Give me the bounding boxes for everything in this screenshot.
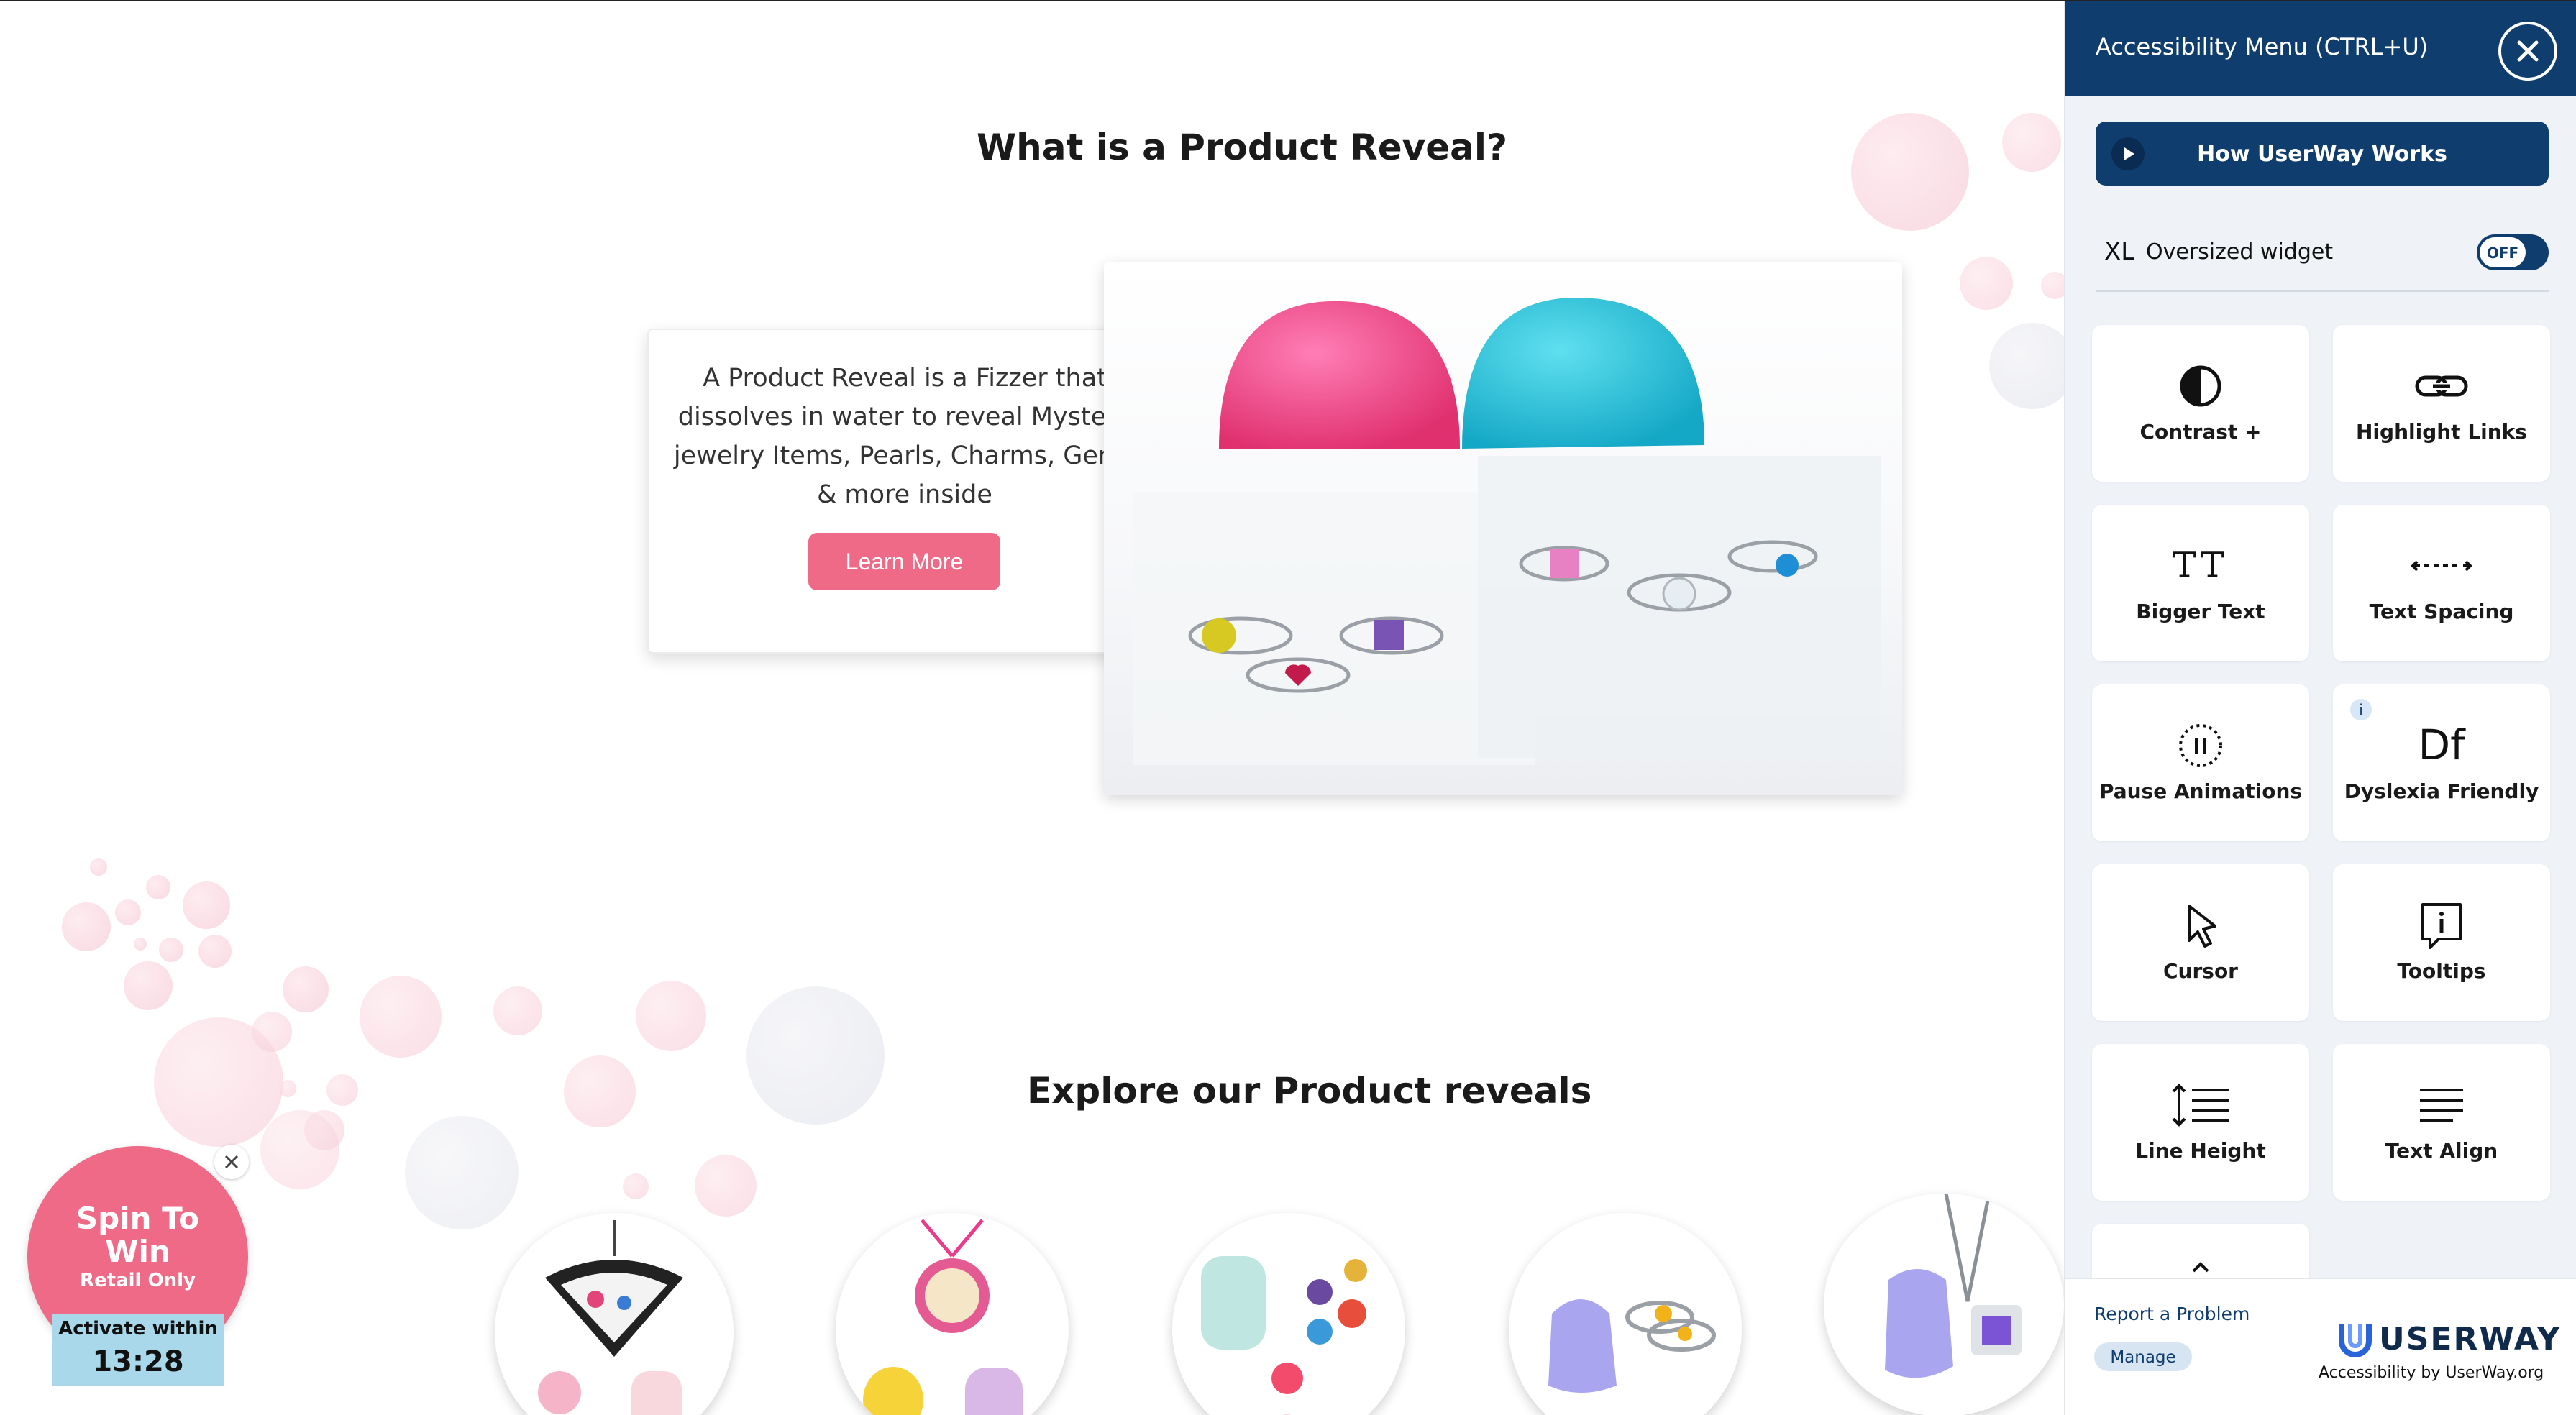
tile-pause-animations[interactable]: Pause Animations [2092,684,2309,841]
oversized-widget-row[interactable]: XL Oversized widget OFF [2096,224,2549,292]
spin-title-line1: Spin To [76,1201,200,1236]
info-card: A Product Reveal is a Fizzer that dissol… [647,329,1159,654]
tile-label: Text Spacing [2369,600,2514,623]
tile-line-height[interactable]: Line Height [2092,1044,2309,1201]
spin-timer-box: Activate within 13:28 [52,1314,224,1386]
tile-label: Pause Animations [2098,779,2303,803]
toggle-state: OFF [2486,244,2519,262]
product-thumb-charms[interactable] [1172,1213,1405,1415]
xl-badge: XL [2104,237,2135,266]
contrast-icon [2180,365,2221,407]
activate-label: Activate within [58,1318,218,1340]
userway-brand-sub: Accessibility by UserWay.org [2319,1364,2544,1382]
pause-icon [2179,724,2222,767]
accessibility-footer: Report a Problem Manage USERWAY Accessib… [2065,1278,2576,1415]
pokemon-locket-illustration [863,1219,1023,1415]
charms-illustration [1201,1256,1367,1415]
close-icon [2517,40,2539,62]
manage-label: Manage [2110,1348,2176,1367]
tile-label: Bigger Text [2136,600,2265,623]
link-icon [2415,375,2468,397]
tile-label: Line Height [2135,1139,2266,1163]
info-text: A Product Reveal is a Fizzer that dissol… [673,364,1136,509]
necklace-illustration [1885,1194,2022,1378]
userway-brand: USERWAY [2379,1321,2562,1357]
page: What is a Product Reveal? A Product Reve… [0,0,2576,1415]
accessibility-title: Accessibility Menu (CTRL+U) [2096,33,2429,60]
accessibility-panel: Accessibility Menu (CTRL+U) How UserWay … [2064,1,2576,1415]
how-userway-works-button[interactable]: How UserWay Works [2096,122,2549,186]
oversized-widget-label: Oversized widget [2146,239,2334,265]
tile-cursor[interactable]: Cursor [2092,864,2309,1021]
divider [2096,290,2549,292]
text-size-icon: TT [2173,545,2229,585]
product-thumb-rings[interactable] [1509,1213,1742,1415]
locket-illustration [538,1220,683,1415]
cursor-icon [2188,905,2216,948]
tile-tooltips[interactable]: Tooltips [2333,864,2550,1021]
tile-bigger-text[interactable]: TT Bigger Text [2092,505,2309,661]
tile-label: Cursor [2162,959,2238,983]
tile-label: Highlight Links [2356,420,2527,444]
product-thumb-necklace[interactable] [1824,1194,2064,1415]
report-problem-link[interactable]: Report a Problem [2094,1304,2250,1324]
countdown-timer: 13:28 [92,1345,184,1378]
userway-logo-icon [2339,1324,2372,1357]
spin-title-line2: Win [105,1234,170,1269]
tile-text-spacing[interactable]: Text Spacing [2333,505,2550,661]
page-title: What is a Product Reveal? [977,127,1508,168]
chevron-up-icon [2192,1262,2209,1273]
product-photo [1104,262,1902,795]
explore-heading: Explore our Product reveals [1027,1070,1592,1112]
product-photo-illustration [1133,297,1881,765]
tile-label: Text Align [2385,1139,2498,1163]
tile-text-align[interactable]: Text Align [2333,1044,2550,1201]
info-badge-icon: i [2350,699,2372,720]
tile-label: Contrast + [2139,420,2262,444]
close-icon [224,1155,239,1169]
tooltip-icon [2421,903,2462,949]
spin-close-button[interactable] [214,1145,249,1179]
text-spacing-icon [2411,560,2472,572]
toggle-knob: OFF [2480,237,2526,267]
accessibility-header: Accessibility Menu (CTRL+U) [2065,1,2576,96]
tile-label: Dyslexia Friendly [2344,779,2539,803]
accessibility-close-button[interactable] [2498,22,2557,81]
dyslexia-icon: Df [2418,720,2465,769]
learn-more-button[interactable]: Learn More [808,533,1000,590]
tile-highlight-links[interactable]: Highlight Links [2333,325,2550,482]
how-userway-works-label: How UserWay Works [2197,142,2447,167]
tile-partial[interactable] [2092,1224,2309,1278]
product-thumb-pokemon[interactable] [836,1213,1069,1415]
rings-illustration [1548,1299,1716,1393]
tile-label: Tooltips [2397,959,2486,983]
product-thumb-locket[interactable] [495,1213,734,1415]
spin-subtitle: Retail Only [80,1270,196,1291]
manage-button[interactable]: Manage [2094,1342,2192,1371]
line-height-icon [2172,1084,2229,1127]
tile-contrast[interactable]: Contrast + [2092,325,2309,482]
tile-dyslexia-friendly[interactable]: i Df Dyslexia Friendly [2333,684,2550,841]
text-align-icon [2420,1089,2463,1122]
oversized-widget-toggle[interactable]: OFF [2477,234,2549,270]
